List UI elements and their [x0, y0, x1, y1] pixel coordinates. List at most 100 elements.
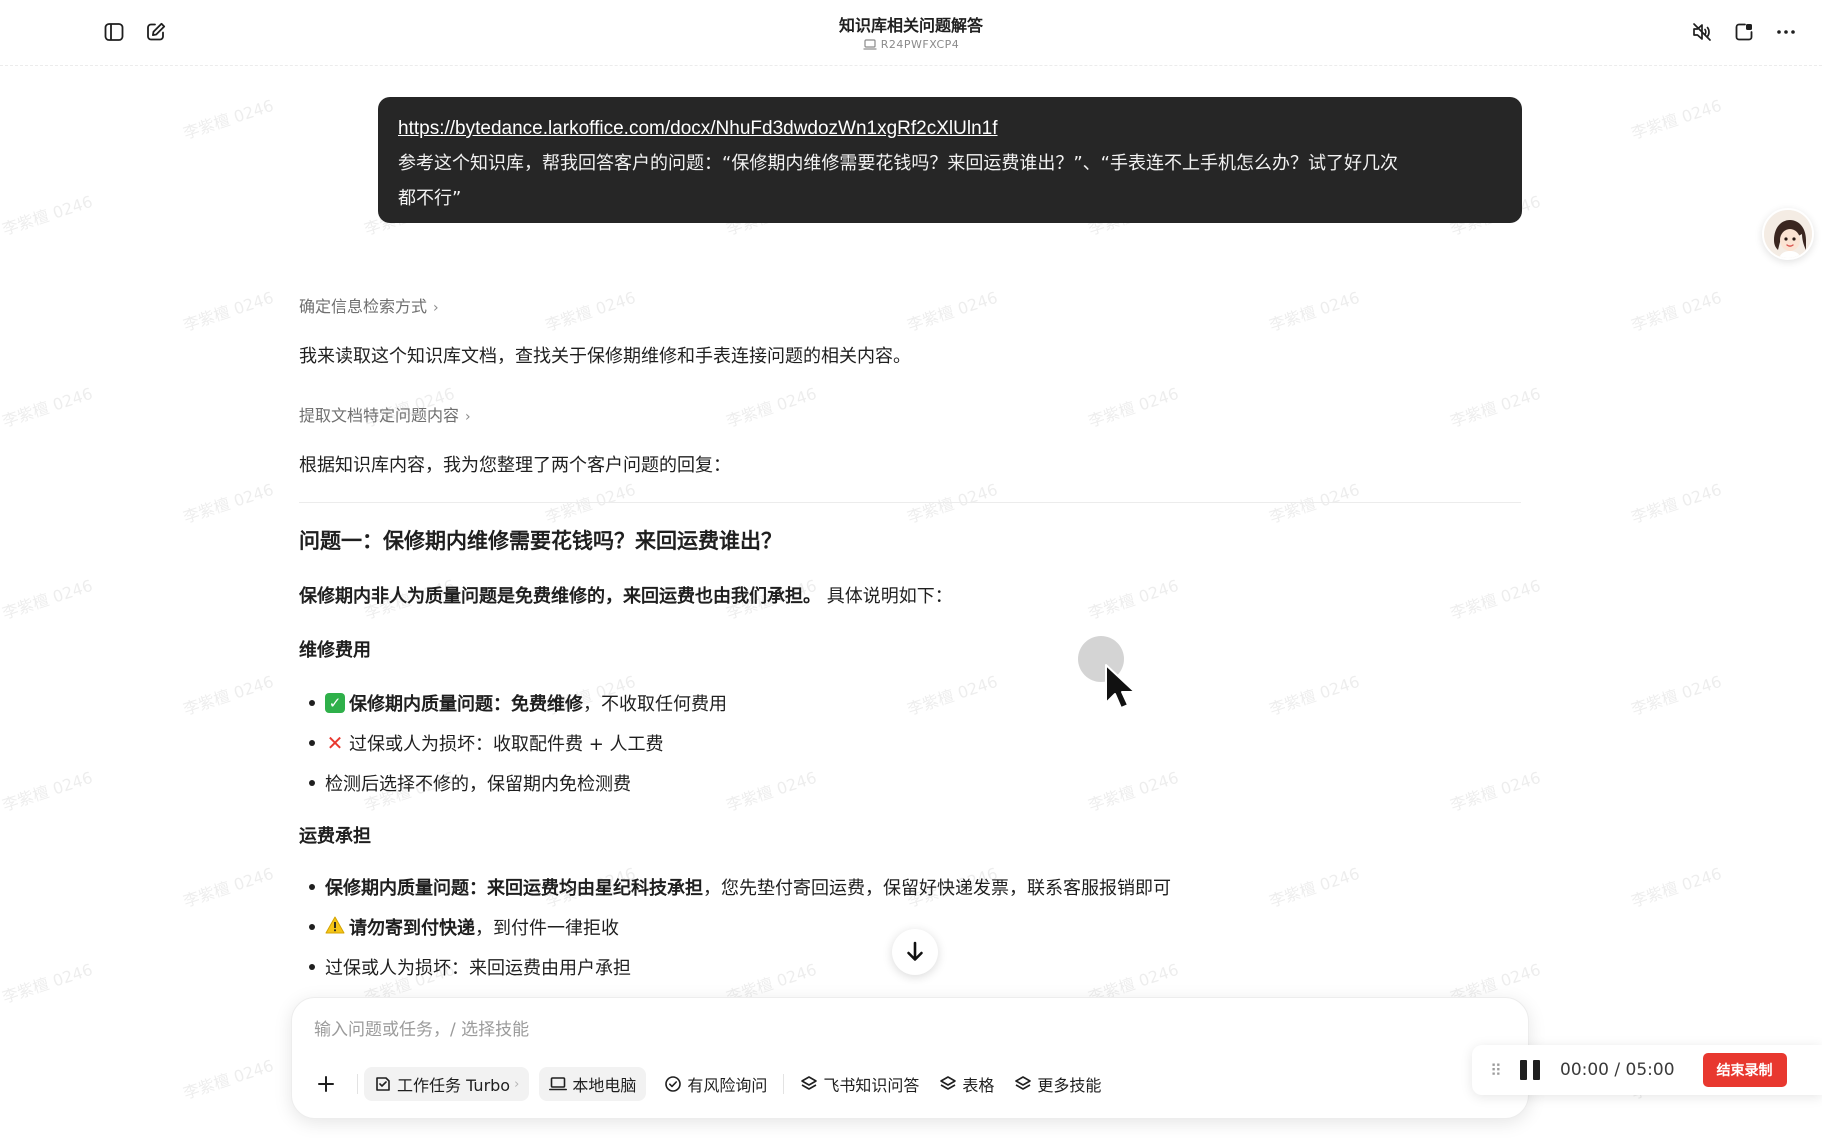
- watermark-text: 李紫檀 0246: [723, 383, 819, 431]
- watermark-text: 李紫檀 0246: [1628, 479, 1724, 527]
- watermark-text: 李紫檀 0246: [1628, 287, 1724, 335]
- check-circle-icon: [665, 1076, 682, 1092]
- skill-label: 更多技能: [1037, 1076, 1102, 1095]
- watermark-text: 李紫檀 0246: [723, 767, 819, 815]
- list-item: 请勿寄到付快递 ，到付件一律拒收: [309, 914, 619, 940]
- chevron-right-icon: ›: [465, 409, 471, 425]
- step-toggle-extract[interactable]: 提取文档特定问题内容 ›: [299, 402, 471, 426]
- item-text: 过保或人为损坏：收取配件费 + 人工费: [349, 734, 664, 755]
- arrow-down-icon: [907, 941, 923, 961]
- share-window-icon[interactable]: [1730, 18, 1758, 46]
- item-bold: 请勿寄到付快递: [349, 918, 475, 939]
- user-message-line-1: 参考这个知识库，帮我回答客户的问题：“保修期内维修需要花钱吗？来回运费谁出？”、…: [398, 153, 1398, 174]
- bullet: [309, 884, 315, 890]
- watermark-text: 李紫檀 0246: [1447, 575, 1543, 623]
- laptop-icon: [549, 1077, 568, 1091]
- top-bar: 知识库相关问题解答 R24PWFXCP4: [0, 0, 1822, 66]
- watermark-text: 李紫檀 0246: [1628, 671, 1724, 719]
- list-item: 保修期内质量问题：来回运费均由星纪科技承担 ，您先垫付寄回运费，保留好快递发票，联…: [309, 874, 1171, 900]
- watermark-text: 李紫檀 0246: [904, 287, 1000, 335]
- bullet: [309, 924, 315, 930]
- task-mode-label: 工作任务 Turbo: [397, 1076, 511, 1095]
- watermark-text: 李紫檀 0246: [542, 287, 638, 335]
- repair-fee-heading: 维修费用: [299, 640, 371, 661]
- list-item: ✕ 过保或人为损坏：收取配件费 + 人工费: [309, 730, 664, 756]
- screen-recorder-bar: ⠿ 00:00 / 05:00 结束录制: [1472, 1045, 1822, 1095]
- plus-icon: [318, 1076, 334, 1092]
- skill-table-button[interactable]: 表格: [929, 1067, 1004, 1101]
- more-options-icon[interactable]: [1772, 18, 1800, 46]
- laptop-icon: [863, 39, 877, 50]
- risk-confirm-button[interactable]: 有风险询问: [654, 1067, 777, 1101]
- step-label: 确定信息检索方式: [299, 297, 428, 316]
- layers-icon: [940, 1076, 957, 1090]
- bullet: [309, 964, 315, 970]
- watermark-text: 李紫檀 0246: [1628, 95, 1724, 143]
- recording-time: 00:00 / 05:00: [1560, 1060, 1675, 1080]
- watermark-text: 李紫檀 0246: [1266, 287, 1362, 335]
- step-label: 提取文档特定问题内容: [299, 406, 460, 425]
- watermark-text: 李紫檀 0246: [1085, 575, 1181, 623]
- bullet: [309, 700, 315, 706]
- list-item: 过保或人为损坏：来回运费由用户承担: [309, 954, 631, 980]
- summary-bold: 保修期内非人为质量问题是免费维修的，来回运费也由我们承担。: [299, 586, 821, 607]
- item-text: ，到付件一律拒收: [475, 918, 619, 939]
- shipping-fee-heading: 运费承担: [299, 826, 371, 847]
- step-toggle-retrieval[interactable]: 确定信息检索方式 ›: [299, 293, 439, 317]
- watermark-text: 李紫檀 0246: [180, 287, 276, 335]
- watermark-text: 李紫檀 0246: [0, 191, 95, 239]
- layers-icon: [1015, 1076, 1032, 1090]
- end-recording-button[interactable]: 结束录制: [1702, 1053, 1787, 1087]
- scroll-to-bottom-button[interactable]: [892, 929, 938, 975]
- toolbar-separator: [783, 1074, 785, 1094]
- user-message-bubble: https://bytedance.larkoffice.com/docx/Nh…: [378, 97, 1522, 223]
- watermark-text: 李紫檀 0246: [1085, 383, 1181, 431]
- add-attachment-button[interactable]: [306, 1067, 351, 1101]
- watermark-text: 李紫檀 0246: [180, 479, 276, 527]
- watermark-text: 李紫檀 0246: [180, 863, 276, 911]
- bullet: [309, 780, 315, 786]
- watermark-text: 李紫檀 0246: [904, 671, 1000, 719]
- summary-rest: 具体说明如下：: [821, 586, 953, 607]
- item-text: 过保或人为损坏：来回运费由用户承担: [325, 958, 631, 979]
- composer: 工作任务 Turbo› 本地电脑 有风险询问 飞书知识问答 表格 更多技能: [291, 997, 1529, 1119]
- knowledge-base-link[interactable]: https://bytedance.larkoffice.com/docx/Nh…: [398, 118, 998, 139]
- device-id: R24PWFXCP4: [880, 38, 960, 51]
- layers-icon: [801, 1076, 818, 1090]
- more-skills-button[interactable]: 更多技能: [1004, 1067, 1111, 1101]
- watermark-text: 李紫檀 0246: [1266, 863, 1362, 911]
- skill-knowledge-qa-button[interactable]: 飞书知识问答: [790, 1067, 929, 1101]
- drag-handle-icon[interactable]: ⠿: [1490, 1061, 1510, 1080]
- watermark-text: 李紫檀 0246: [1266, 671, 1362, 719]
- pause-button[interactable]: [1520, 1060, 1540, 1080]
- cross-mark-icon: ✕: [326, 731, 344, 755]
- composer-toolbar: 工作任务 Turbo › 本地电脑 有风险询问 飞书知识问答 表格 更多技能: [306, 1064, 1111, 1104]
- watermark-text: 李紫檀 0246: [1447, 383, 1543, 431]
- mute-icon[interactable]: [1688, 18, 1716, 46]
- assistant-avatar[interactable]: [1762, 208, 1814, 260]
- response-paragraph-2: 根据知识库内容，我为您整理了两个客户问题的回复：: [299, 455, 731, 476]
- page-title: 知识库相关问题解答: [838, 16, 983, 35]
- item-text: ，您先垫付寄回运费，保留好快递发票，联系客服报销即可: [703, 878, 1171, 899]
- response-paragraph-1: 我来读取这个知识库文档，查找关于保修期维修和手表连接问题的相关内容。: [299, 346, 911, 367]
- message-input[interactable]: [314, 1012, 1504, 1048]
- device-label: R24PWFXCP4: [0, 38, 1822, 51]
- check-mark-icon: ✓: [325, 693, 345, 713]
- watermark-text: 李紫檀 0246: [0, 959, 95, 1007]
- task-icon: [376, 1077, 390, 1091]
- chevron-right-icon: ›: [514, 1076, 520, 1092]
- warning-icon: [325, 916, 345, 939]
- risk-confirm-label: 有风险询问: [687, 1076, 768, 1095]
- task-mode-button[interactable]: 工作任务 Turbo ›: [364, 1067, 530, 1101]
- user-message-line-2: 都不行”: [398, 188, 462, 209]
- skill-label: 表格: [962, 1076, 995, 1095]
- local-computer-button[interactable]: 本地电脑: [539, 1067, 647, 1101]
- mouse-cursor-icon: [1104, 663, 1138, 715]
- item-text: ，不收取任何费用: [583, 694, 727, 715]
- local-computer-label: 本地电脑: [572, 1076, 637, 1095]
- item-text: 检测后选择不修的，保留期内免检测费: [325, 774, 631, 795]
- item-bold: 保修期内质量问题：免费维修: [349, 694, 583, 715]
- chevron-right-icon: ›: [433, 300, 439, 316]
- watermark-text: 李紫檀 0246: [1447, 767, 1543, 815]
- list-item: 检测后选择不修的，保留期内免检测费: [309, 770, 631, 796]
